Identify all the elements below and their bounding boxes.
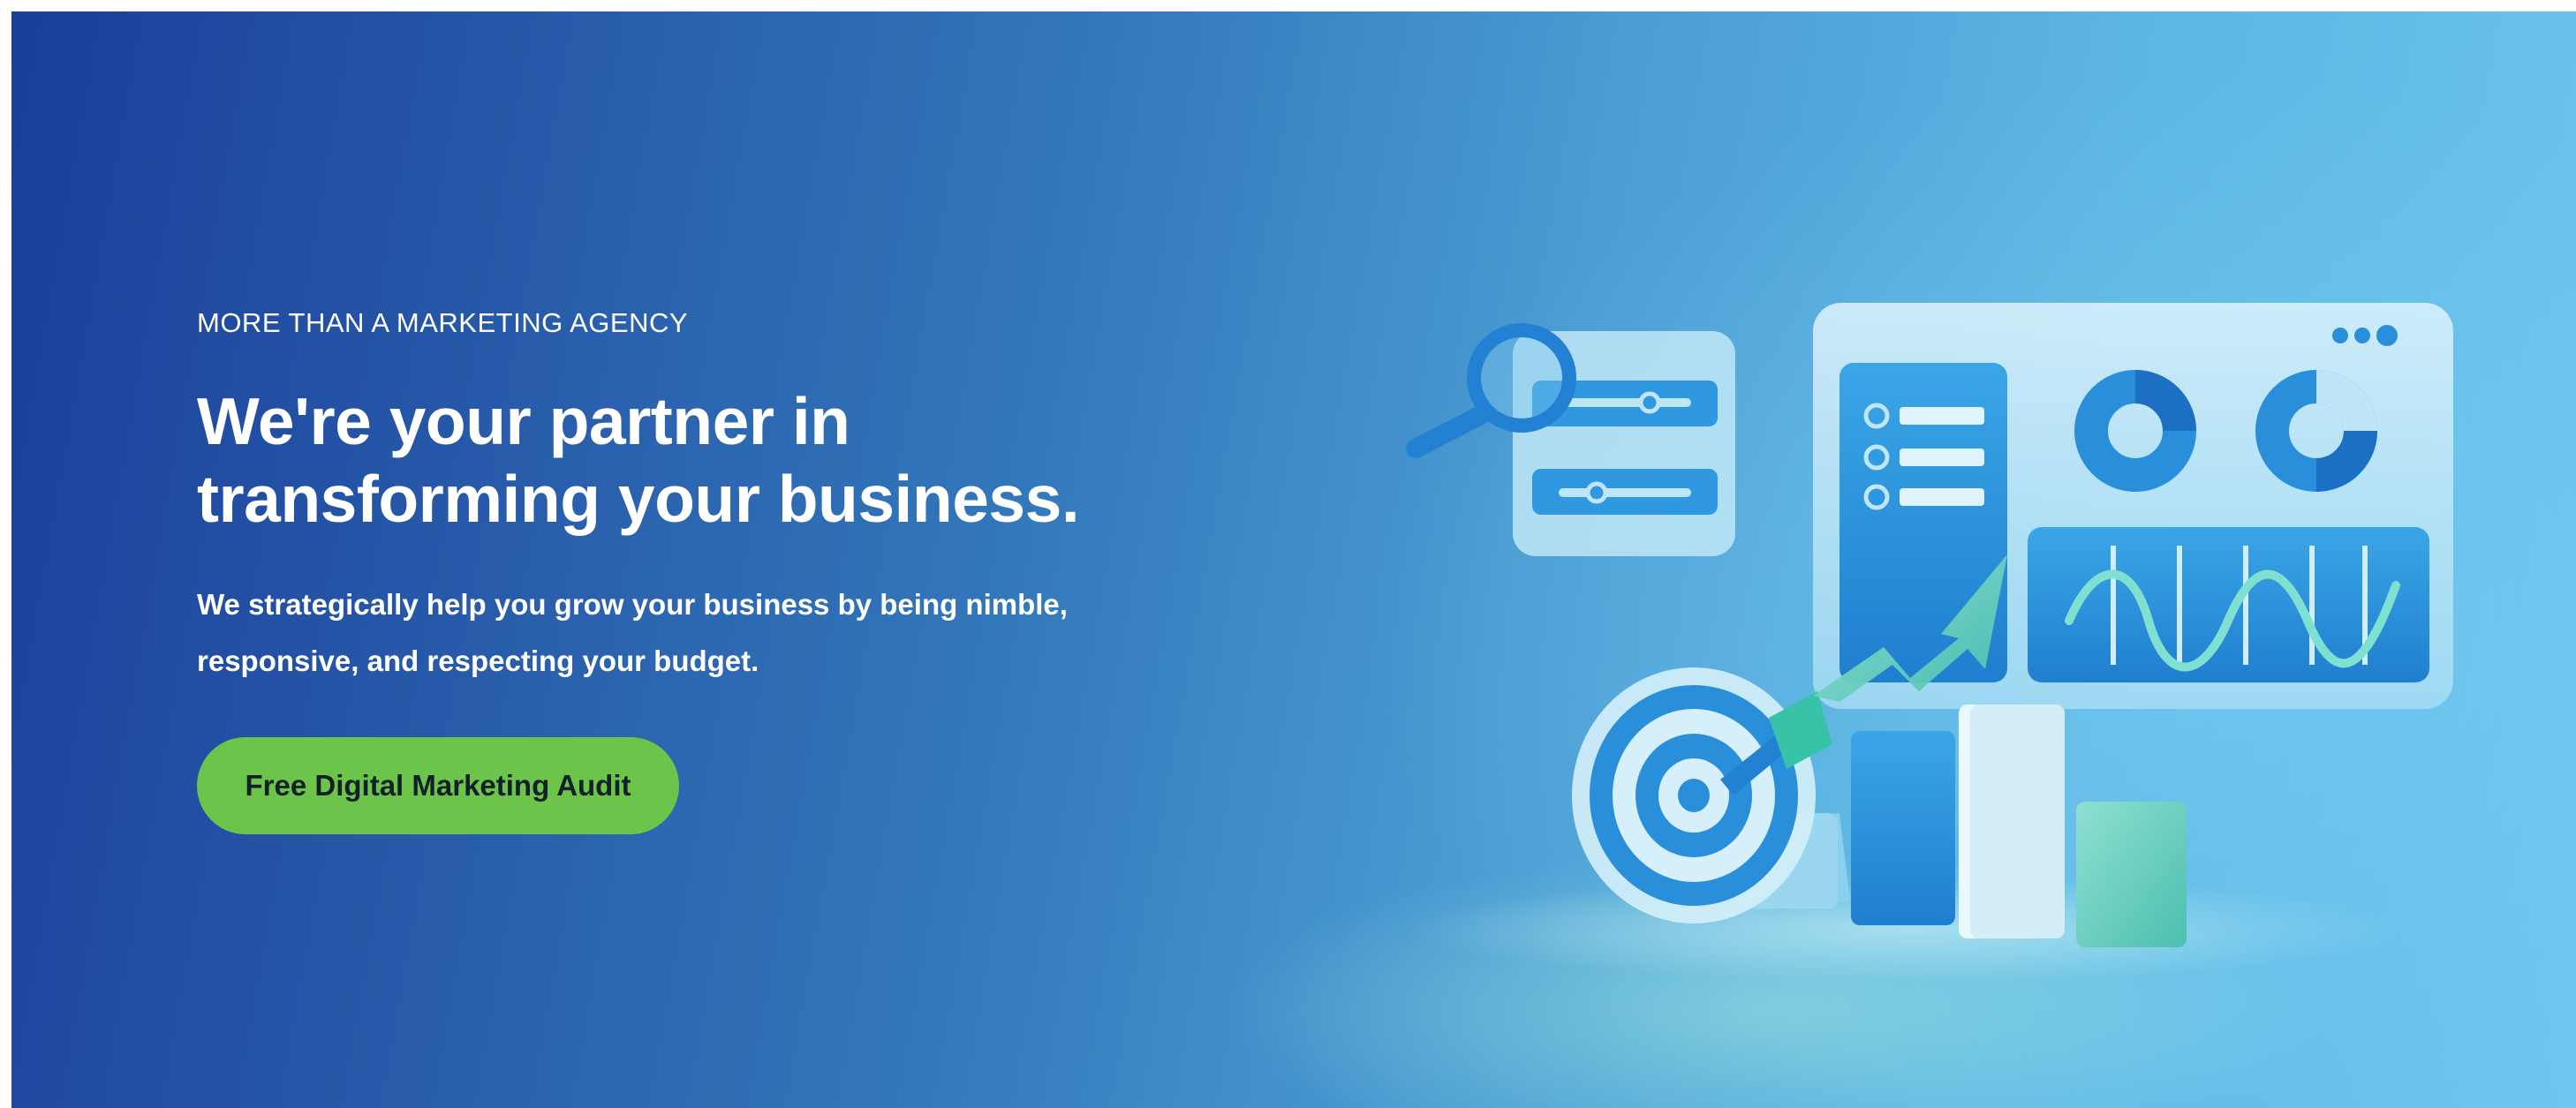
headline-line-2: transforming your business. xyxy=(197,462,1080,536)
dashboard-panel xyxy=(1813,303,2453,709)
eyebrow-label: MORE THAN A MARKETING AGENCY xyxy=(197,307,689,338)
subheadline-line-1: We strategically help you grow your busi… xyxy=(197,588,1068,621)
hero-subheadline: We strategically help you grow your busi… xyxy=(197,577,1257,690)
subheadline-line-2: responsive, and respecting your budget. xyxy=(197,644,759,677)
wave-chart-icon xyxy=(2028,527,2429,682)
hero-headline: We're your partner in transforming your … xyxy=(197,382,1257,538)
target-icon xyxy=(1572,667,1816,923)
analytics-illustration xyxy=(1406,303,2453,983)
headline-line-1: We're your partner in xyxy=(197,384,850,458)
hero-banner: MORE THAN A MARKETING AGENCY We're your … xyxy=(11,11,2576,1108)
slider-icon xyxy=(1638,391,1661,414)
free-audit-button[interactable]: Free Digital Marketing Audit xyxy=(197,737,679,834)
